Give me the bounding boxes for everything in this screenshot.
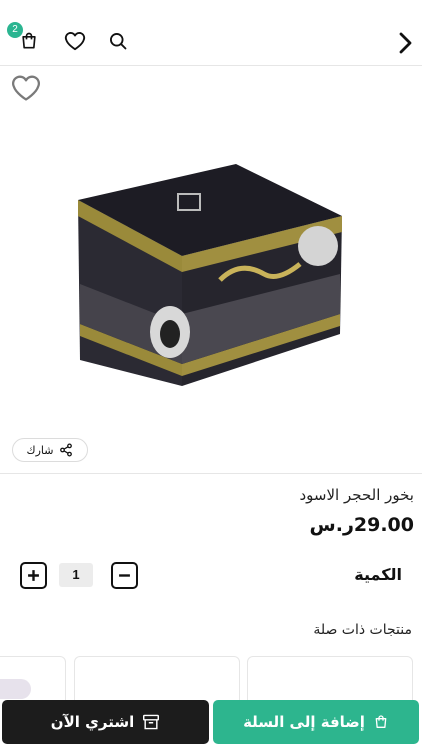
cart-button[interactable]: 2 [7,22,42,54]
add-to-cart-label: إضافة إلى السلة [243,713,365,731]
quantity-value[interactable]: 1 [59,563,93,587]
back-button[interactable] [392,30,418,56]
related-products-carousel[interactable] [0,656,422,700]
related-products-title: منتجات ذات صلة [313,622,412,638]
related-product-card[interactable] [74,656,240,700]
product-image[interactable] [70,164,350,386]
plus-icon [28,569,39,581]
product-name: بخور الحجر الاسود [299,486,415,504]
related-product-thumb [0,679,31,699]
cart-icon [375,715,387,728]
share-button[interactable]: شارك [12,438,88,462]
decrease-quantity-button[interactable] [111,561,138,589]
share-icon [60,443,73,457]
buy-now-label: اشتري الآن [50,713,135,731]
search-button[interactable] [105,28,131,54]
minus-icon [119,573,130,577]
search-icon [110,33,127,50]
cart-icon [22,32,36,49]
increase-quantity-button[interactable] [20,561,47,589]
quantity-label: الكمية [354,565,402,584]
quantity-stepper: 1 [20,561,138,589]
share-label: شارك [26,443,54,457]
wishlist-button[interactable] [62,28,88,54]
buy-now-button[interactable]: اشتري الآن [2,700,209,744]
cart-count-badge: 2 [7,22,23,38]
heart-outline-icon [12,75,40,101]
product-price: 29.00ر.س [309,514,414,536]
chevron-right-icon [399,32,412,54]
add-to-cart-button[interactable]: إضافة إلى السلة [213,700,419,744]
related-product-card[interactable] [0,656,66,700]
bottom-action-bar: اشتري الآن إضافة إلى السلة [0,700,422,750]
product-gallery: شارك [0,66,422,474]
heart-icon [64,32,86,51]
favorite-toggle[interactable] [10,74,42,106]
top-bar: 2 [0,0,422,66]
related-product-card[interactable] [247,656,413,700]
archive-box-icon [143,714,160,730]
